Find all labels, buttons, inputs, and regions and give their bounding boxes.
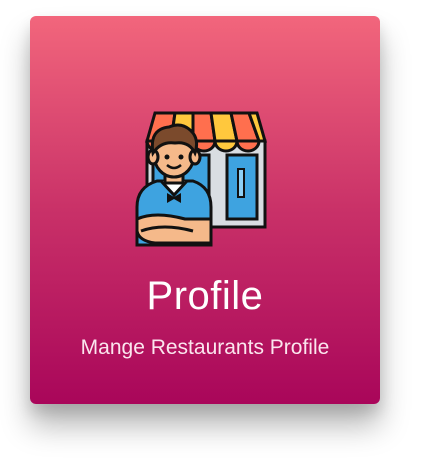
restaurant-owner-icon (135, 107, 269, 247)
card-title: Profile (146, 274, 264, 318)
card-subtitle: Mange Restaurants Profile (80, 336, 330, 359)
profile-card[interactable]: Profile Mange Restaurants Profile (30, 16, 380, 404)
